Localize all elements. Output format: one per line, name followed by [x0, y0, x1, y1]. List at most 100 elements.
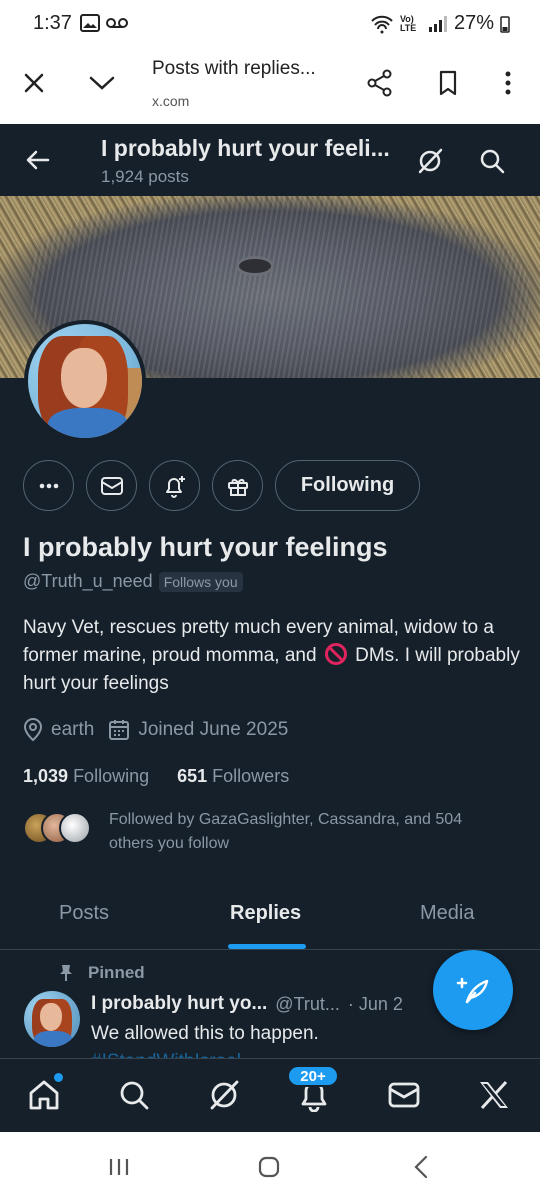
profile-avatar[interactable]	[24, 320, 146, 442]
gift-icon	[227, 478, 248, 496]
notify-button[interactable]	[149, 460, 200, 511]
search-icon	[480, 149, 505, 174]
tab-media[interactable]: Media	[420, 902, 474, 925]
battery-percent: 27%	[453, 12, 494, 34]
signal-icon	[428, 15, 447, 32]
system-nav-bar	[0, 1132, 540, 1200]
post-date: · Jun 2	[347, 993, 403, 1014]
header-posts-count: 1,924 posts	[101, 167, 189, 186]
following-count: 1,039	[23, 766, 69, 786]
home-icon	[29, 1080, 59, 1110]
following-button[interactable]: Following	[275, 460, 420, 511]
tab-posts[interactable]: Posts	[59, 902, 109, 925]
search-button[interactable]	[472, 141, 512, 181]
nav-messages[interactable]	[382, 1073, 426, 1117]
expand-button[interactable]	[82, 63, 122, 103]
post-author-name[interactable]: I probably hurt yo...	[91, 993, 267, 1015]
grok-icon	[418, 148, 443, 174]
x-logo-icon	[480, 1080, 508, 1110]
share-icon	[367, 69, 392, 97]
chevron-down-icon	[89, 76, 115, 90]
envelope-icon	[100, 476, 123, 495]
recent-apps-icon	[109, 1159, 129, 1175]
post-text: We allowed this to happen.	[91, 1023, 319, 1044]
page-url[interactable]: x.com	[152, 93, 189, 109]
followed-by-text: Followed by GazaGaslighter, Cassandra, a…	[109, 811, 463, 852]
location-pin-icon	[23, 718, 43, 742]
join-date: Joined June 2025	[108, 719, 288, 741]
battery-icon	[500, 15, 510, 33]
gallery-icon	[80, 14, 100, 32]
profile-tabs: Posts Replies Media	[0, 878, 540, 950]
post-author-handle: @Trut...	[275, 993, 340, 1014]
bell-plus-icon	[165, 475, 185, 498]
notifications-badge: 20+	[287, 1065, 339, 1087]
followers-count: 651	[177, 766, 208, 786]
more-menu-button[interactable]	[488, 63, 528, 103]
more-horizontal-icon	[39, 483, 58, 488]
grok-button[interactable]	[410, 141, 450, 181]
wifi-icon	[371, 15, 393, 33]
active-tab-indicator	[228, 944, 306, 949]
pin-icon	[60, 965, 72, 981]
close-icon	[24, 73, 44, 93]
profile-header-bar: I probably hurt your feeli... 1,924 post…	[0, 124, 540, 196]
back-button[interactable]	[18, 140, 58, 180]
status-time: 1:37	[33, 12, 72, 34]
location-text: earth	[51, 719, 95, 740]
profile-handle: @Truth_u_need	[23, 571, 153, 591]
pinned-indicator: Pinned	[58, 963, 145, 983]
status-bar: 1:37 Vo) LTE 27%	[0, 0, 540, 46]
bookmark-icon	[439, 70, 457, 96]
arrow-left-icon	[26, 150, 50, 170]
follows-you-badge: Follows you	[158, 571, 243, 592]
calendar-icon	[109, 720, 130, 740]
more-vertical-icon	[505, 71, 511, 95]
gift-button[interactable]	[212, 460, 263, 511]
profile-bio: Navy Vet, rescues pretty much every anim…	[23, 614, 523, 698]
network-label: Vo) LTE	[399, 13, 417, 33]
bookmark-button[interactable]	[428, 63, 468, 103]
envelope-icon	[388, 1082, 420, 1108]
home-system-button[interactable]	[249, 1152, 289, 1182]
recent-apps-button[interactable]	[99, 1152, 139, 1182]
join-date-text: Joined June 2025	[138, 719, 289, 740]
profile-name: I probably hurt your feelings	[23, 532, 388, 562]
profile-meta: earth Joined June 2025	[23, 718, 288, 742]
following-label: Following	[73, 766, 150, 786]
followers-stat[interactable]: 651 Followers	[177, 766, 289, 787]
nav-search[interactable]	[112, 1073, 156, 1117]
bottom-nav: 20+	[0, 1058, 540, 1132]
browser-toolbar: Posts with replies... x.com	[0, 46, 540, 124]
close-tab-button[interactable]	[14, 63, 54, 103]
following-stat[interactable]: 1,039 Following	[23, 766, 149, 787]
tab-replies[interactable]: Replies	[230, 902, 301, 925]
post-avatar[interactable]	[24, 991, 80, 1047]
followers-label: Followers	[212, 766, 290, 786]
share-button[interactable]	[360, 63, 400, 103]
home-unread-dot	[54, 1073, 63, 1082]
followed-by[interactable]: Followed by GazaGaslighter, Cassandra, a…	[23, 808, 509, 856]
status-left-icons	[80, 14, 128, 32]
back-chevron-icon	[414, 1155, 428, 1179]
status-right: Vo) LTE 27%	[370, 12, 510, 35]
home-circle-icon	[258, 1156, 280, 1178]
profile-actions: Following	[23, 460, 420, 512]
nav-x-premium[interactable]	[472, 1073, 516, 1117]
profile-handle-row: @Truth_u_need Follows you	[23, 571, 243, 592]
nav-grok[interactable]	[202, 1073, 246, 1117]
profile-screen: I probably hurt your feeli... 1,924 post…	[0, 124, 540, 1132]
post-header: I probably hurt yo... @Trut... · Jun 2	[91, 993, 403, 1015]
follow-stats: 1,039 Following 651 Followers	[23, 766, 289, 787]
no-entry-icon	[324, 643, 347, 665]
compose-post-button[interactable]	[433, 950, 513, 1030]
more-options-button[interactable]	[23, 460, 74, 511]
page-title[interactable]: Posts with replies...	[152, 58, 316, 80]
location: earth	[23, 718, 94, 742]
voicemail-icon	[106, 18, 128, 28]
back-system-button[interactable]	[401, 1152, 441, 1182]
avatar	[59, 812, 91, 844]
compose-feather-icon	[456, 977, 489, 1004]
header-profile-name: I probably hurt your feeli...	[101, 135, 390, 161]
message-button[interactable]	[86, 460, 137, 511]
